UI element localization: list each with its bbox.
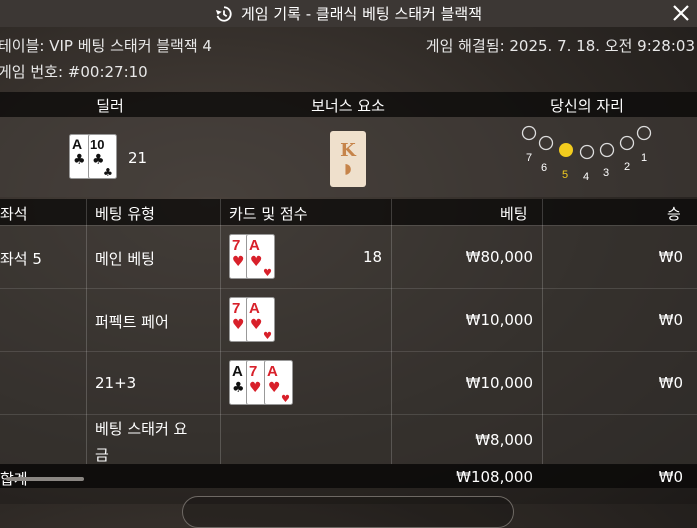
playing-card: A♥♥ <box>246 297 275 342</box>
seat-1: 1 <box>636 125 652 164</box>
svg-text:4: 4 <box>583 171 589 182</box>
title-bar: 게임 기록 - 클래식 베팅 스태커 블랙잭 <box>0 0 697 27</box>
svg-text:♥: ♥ <box>263 268 272 279</box>
svg-text:7: 7 <box>249 363 257 380</box>
window-title: 게임 기록 - 클래식 베팅 스태커 블랙잭 <box>240 5 483 23</box>
svg-text:7: 7 <box>232 237 240 254</box>
svg-text:♣: ♣ <box>73 152 86 168</box>
table-row: 베팅 스태커 요 금 ₩8,000 <box>0 414 697 465</box>
row-bet-type: 퍼펙트 페어 <box>95 313 169 331</box>
seat-4: 4 <box>579 144 595 182</box>
row-win: ₩0 <box>658 248 683 266</box>
col-divider <box>542 199 543 464</box>
col-divider <box>86 199 87 464</box>
svg-text:♥: ♥ <box>232 317 245 333</box>
row-bet: ₩10,000 <box>465 311 533 329</box>
summary-header: 딜러 보너스 요소 당신의 자리 <box>0 92 697 117</box>
playing-card: A♥♥ <box>246 234 275 279</box>
table-row: 좌석 5 메인 베팅 18 ₩80,000 ₩0 <box>0 225 697 288</box>
bonus-header: 보너스 요소 <box>311 97 385 115</box>
table-row: 21+3 ₩10,000 ₩0 <box>0 351 697 414</box>
dealer-cards: A ♣ 10 ♣ ♣ <box>69 134 117 179</box>
seat-6: 6 <box>538 135 554 174</box>
seat-3: 3 <box>599 142 615 179</box>
total-row: 합계 ₩108,000 ₩0 <box>0 464 697 488</box>
row-bet-type-line2: 금 <box>95 446 109 464</box>
playing-card: A♥♥ <box>264 360 293 405</box>
row-bet: ₩8,000 <box>475 431 533 449</box>
svg-text:A: A <box>249 237 260 254</box>
svg-text:♣: ♣ <box>232 380 245 396</box>
col-cards: 카드 및 점수 <box>229 205 308 223</box>
seat-2: 2 <box>619 135 635 173</box>
row-bet-type: 메인 베팅 <box>95 250 155 268</box>
row-bet-type: 21+3 <box>95 374 137 392</box>
bonus-card-suit-icon: ◗ <box>344 161 352 177</box>
col-bet-type: 베팅 유형 <box>95 205 155 223</box>
row-bet-type-line1: 베팅 스태커 요 <box>95 420 188 438</box>
history-icon <box>215 5 232 22</box>
row-bet: ₩80,000 <box>465 248 533 266</box>
row-win: ₩0 <box>658 311 683 329</box>
close-icon[interactable] <box>671 3 691 23</box>
dealer-score: 21 <box>128 149 148 167</box>
seat-7: 7 <box>521 125 537 164</box>
col-divider <box>391 199 392 464</box>
info-line-2: 게임 번호: #00:27:10 <box>0 61 697 83</box>
svg-text:2: 2 <box>624 161 630 173</box>
svg-text:♥: ♥ <box>250 317 263 333</box>
col-seat: 좌석 <box>0 205 28 223</box>
svg-text:♥: ♥ <box>250 254 263 270</box>
svg-text:A: A <box>72 136 82 152</box>
total-win: ₩0 <box>658 468 683 486</box>
dealer-header: 딜러 <box>96 97 124 115</box>
svg-text:♥: ♥ <box>249 380 262 396</box>
svg-text:7: 7 <box>232 300 240 317</box>
col-divider <box>220 199 221 464</box>
row-cards-main: 7♥ A♥♥ <box>229 234 275 279</box>
svg-text:5: 5 <box>562 169 568 181</box>
svg-text:A: A <box>232 363 243 380</box>
playing-card: 10 ♣ ♣ <box>88 134 117 179</box>
info-line-1: 테이블: VIP 베팅 스태커 블랙잭 4 게임 해결됨: 2025. 7. 1… <box>0 35 697 57</box>
svg-text:♣: ♣ <box>103 166 113 179</box>
svg-text:3: 3 <box>603 167 609 179</box>
svg-text:1: 1 <box>641 152 647 164</box>
col-win: 승 <box>667 205 681 223</box>
bonus-card: K ◗ <box>330 131 366 187</box>
col-bet: 베팅 <box>500 205 528 223</box>
bottom-button[interactable] <box>182 496 514 528</box>
resolved-label: 게임 해결됨: 2025. 7. 18. 오전 9:28:03 <box>425 37 695 55</box>
table-header: 좌석 베팅 유형 카드 및 점수 베팅 승 <box>0 199 697 225</box>
horizontal-scrollbar[interactable] <box>6 477 84 481</box>
row-seat: 좌석 5 <box>0 250 42 268</box>
table-label: 테이블: VIP 베팅 스태커 블랙잭 4 <box>0 37 212 55</box>
svg-text:6: 6 <box>541 162 547 174</box>
svg-text:10: 10 <box>90 137 104 152</box>
svg-text:♥: ♥ <box>268 380 281 396</box>
row-cards-perfect-pair: 7♥ A♥♥ <box>229 297 275 342</box>
svg-text:♥: ♥ <box>281 394 290 405</box>
row-bet: ₩10,000 <box>465 374 533 392</box>
row-win: ₩0 <box>658 374 683 392</box>
game-number: 게임 번호: #00:27:10 <box>0 63 148 81</box>
table-row: 퍼펙트 페어 ₩10,000 ₩0 <box>0 288 697 351</box>
svg-text:7: 7 <box>526 152 532 164</box>
seat-map-graphic: 7 6 5 4 3 2 1 <box>521 125 652 182</box>
bonus-card-rank: K <box>340 140 356 161</box>
row-score: 18 <box>363 248 383 266</box>
svg-text:A: A <box>267 363 278 380</box>
svg-text:♥: ♥ <box>232 254 245 270</box>
svg-text:A: A <box>249 300 260 317</box>
seat-header: 당신의 자리 <box>550 97 624 115</box>
total-bet: ₩108,000 <box>456 468 533 486</box>
svg-text:♥: ♥ <box>263 331 272 342</box>
row-cards-21plus3: A♣ 7♥ A♥♥ <box>229 360 293 405</box>
seat-5-active: 5 <box>559 143 573 181</box>
